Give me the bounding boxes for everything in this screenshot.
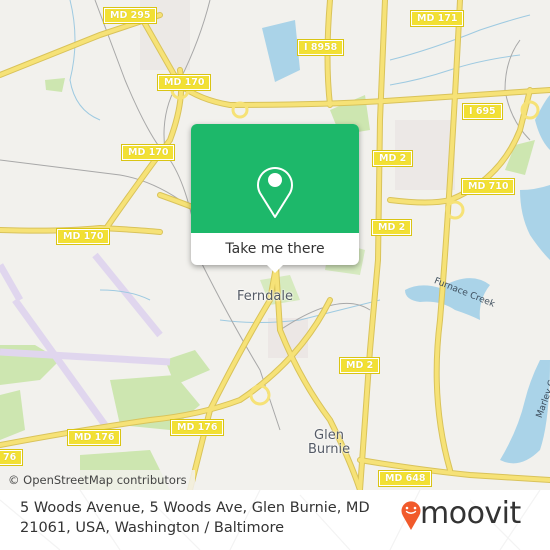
map-attribution[interactable]: © OpenStreetMap contributors	[0, 470, 195, 490]
moovit-pin-icon	[401, 501, 421, 530]
map-pin-icon	[257, 167, 293, 218]
road-label-md-171: MD 171	[409, 10, 465, 27]
road-label-md-170: MD 170	[120, 144, 176, 161]
address-line-2: 21061, USA, Washington / Baltimore	[20, 520, 285, 536]
moovit-logo: moovit	[400, 494, 540, 534]
place-label-glen-burnie-line1: Glen	[314, 428, 344, 443]
road-label-md-176: MD 176	[66, 429, 122, 446]
water-body	[520, 185, 550, 260]
road-label-md-295: MD 295	[102, 7, 158, 24]
road-label-md-170: MD 170	[55, 228, 111, 245]
road-label-md-176: MD 176	[169, 419, 225, 436]
road-label-md-2: MD 2	[371, 150, 414, 167]
moovit-wordmark: moovit	[420, 496, 521, 531]
destination-popup: Take me there	[191, 124, 359, 273]
popup-header	[191, 124, 359, 233]
road-label-md-2: MD 2	[338, 357, 381, 374]
road-label-md-176: 76	[0, 449, 24, 466]
place-label-glen-burnie-line2: Burnie	[307, 442, 351, 457]
road-label-i-8958: I 8958	[296, 39, 345, 56]
take-me-there-button[interactable]: Take me there	[191, 233, 359, 265]
road-label-md-2: MD 2	[370, 219, 413, 236]
park	[0, 390, 25, 440]
road-label-md-648: MD 648	[377, 470, 433, 487]
popup-pointer	[267, 265, 283, 273]
place-label-glen-burnie: Glen Burnie	[304, 429, 354, 457]
address-line-1: 5 Woods Avenue, 5 Woods Ave, Glen Burnie…	[20, 500, 370, 516]
road-label-i-695: I 695	[462, 103, 503, 120]
water-body	[535, 95, 550, 150]
road-label-md-170: MD 170	[156, 74, 212, 91]
address-text: 5 Woods Avenue, 5 Woods Ave, Glen Burnie…	[20, 498, 380, 538]
place-label-ferndale: Ferndale	[237, 289, 293, 304]
road-label-md-710: MD 710	[460, 178, 516, 195]
park	[45, 78, 65, 92]
water-body	[262, 20, 300, 82]
